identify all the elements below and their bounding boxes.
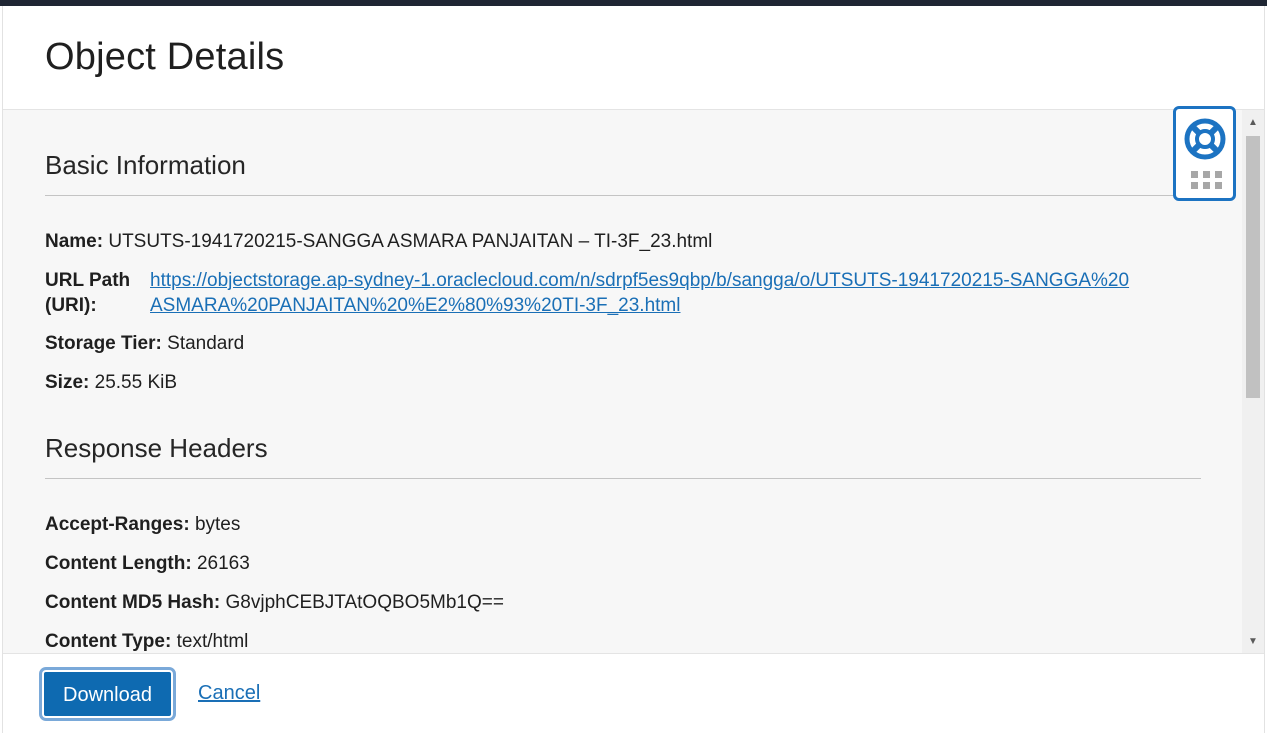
scrollbar-thumb[interactable] (1246, 136, 1260, 398)
dialog-body[interactable]: Basic Information Name: UTSUTS-194172021… (3, 110, 1264, 653)
storage-tier-row: Storage Tier: Standard (45, 332, 244, 356)
cancel-link[interactable]: Cancel (198, 682, 260, 705)
response-headers-heading: Response Headers (45, 433, 268, 463)
content-md5-label: Content MD5 Hash: (45, 592, 221, 613)
accept-ranges-row: Accept-Ranges: bytes (45, 513, 240, 537)
dialog-footer: Download Cancel (3, 653, 1264, 733)
size-value: 25.55 KiB (94, 372, 178, 393)
scroll-down-arrow-icon[interactable]: ▼ (1242, 633, 1264, 651)
section-divider (45, 478, 1201, 479)
lifebuoy-icon (1184, 118, 1226, 160)
accept-ranges-value: bytes (194, 514, 241, 535)
basic-information-heading: Basic Information (45, 150, 246, 180)
apps-grid-icon (1191, 171, 1223, 189)
name-row: Name: UTSUTS-1941720215-SANGGA ASMARA PA… (45, 230, 712, 254)
scroll-up-arrow-icon[interactable]: ▲ (1242, 114, 1264, 132)
size-row: Size: 25.55 KiB (45, 371, 177, 395)
content-length-row: Content Length: 26163 (45, 552, 250, 576)
content-length-value: 26163 (196, 553, 250, 574)
size-label: Size: (45, 372, 90, 393)
object-details-dialog: Object Details Basic Information Name: U… (2, 6, 1265, 733)
accept-ranges-label: Accept-Ranges: (45, 514, 190, 535)
storage-tier-value: Standard (167, 333, 245, 354)
help-widget[interactable] (1173, 106, 1236, 201)
content-type-label: Content Type: (45, 631, 172, 652)
url-path-label: URL Path (URI): (45, 270, 131, 316)
name-value: UTSUTS-1941720215-SANGGA ASMARA PANJAITA… (108, 231, 713, 252)
content-type-row: Content Type: text/html (45, 630, 248, 653)
section-divider (45, 195, 1201, 196)
content-md5-value: G8vjphCEBJTAtOQBO5Mb1Q== (225, 592, 504, 613)
dialog-header: Object Details (3, 6, 1264, 110)
storage-tier-label: Storage Tier: (45, 333, 162, 354)
name-label: Name: (45, 231, 104, 252)
download-button[interactable]: Download (39, 667, 176, 721)
url-path-link[interactable]: https://objectstorage.ap-sydney-1.oracle… (150, 268, 1130, 318)
dialog-title: Object Details (45, 36, 285, 78)
vertical-scrollbar[interactable]: ▲ ▼ (1242, 110, 1264, 653)
content-type-value: text/html (176, 631, 249, 652)
content-md5-row: Content MD5 Hash: G8vjphCEBJTAtOQBO5Mb1Q… (45, 591, 504, 615)
content-length-label: Content Length: (45, 553, 192, 574)
